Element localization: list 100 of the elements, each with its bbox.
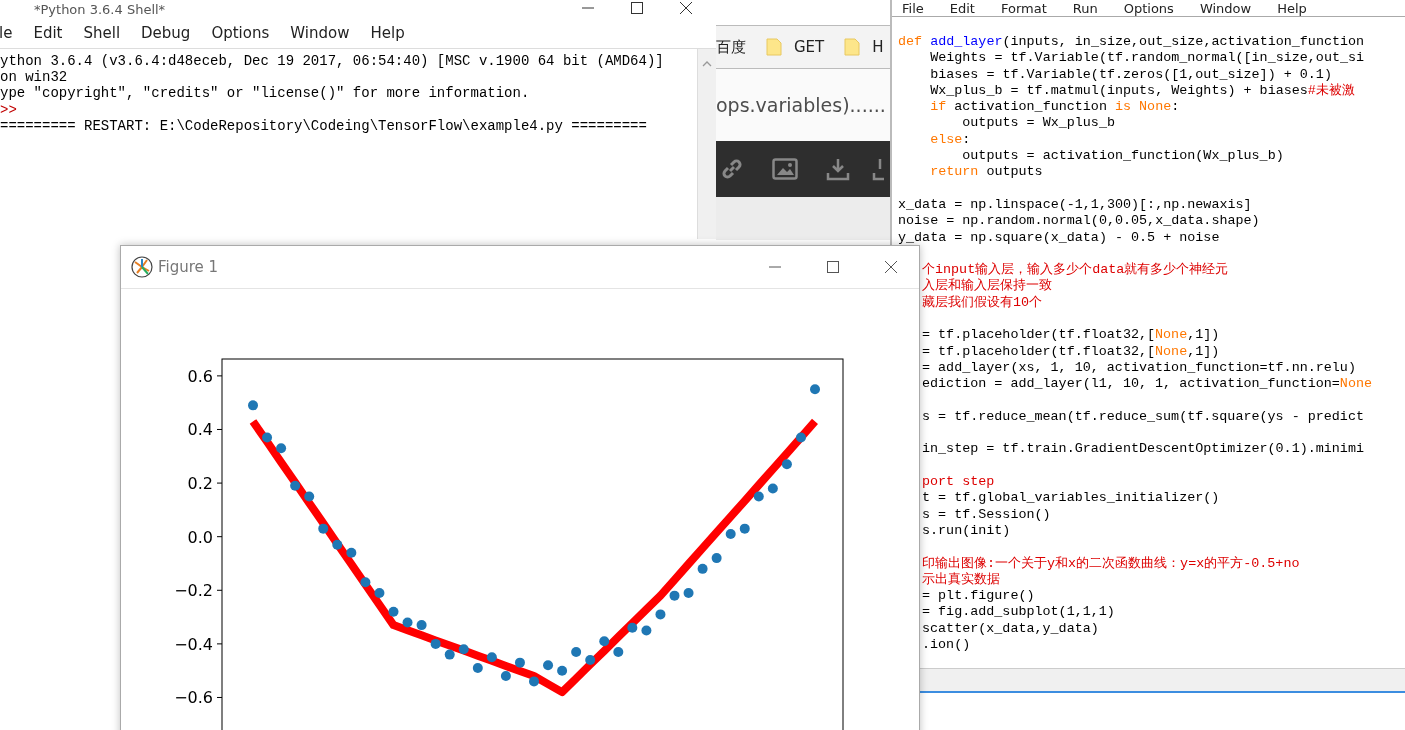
menu-item[interactable]: Help bbox=[370, 24, 405, 42]
scatter-point bbox=[374, 587, 385, 598]
scatter-point bbox=[655, 609, 666, 620]
scatter-point bbox=[416, 620, 427, 631]
menu-item[interactable]: Shell bbox=[83, 24, 121, 42]
code-line: Weights = tf.Variable(tf.random_normal([in_size,out_si bbox=[929, 50, 1366, 67]
console-line: >> bbox=[0, 101, 18, 118]
menu-item[interactable]: Run bbox=[1072, 0, 1098, 16]
scrollbar[interactable] bbox=[697, 49, 716, 239]
tick-label: 0.6 bbox=[187, 366, 213, 386]
tick-label: 0.0 bbox=[187, 527, 213, 547]
scatter-point bbox=[458, 644, 469, 655]
scatter-point bbox=[810, 384, 820, 395]
tick-label: −0.2 bbox=[174, 581, 213, 601]
code-line: port step bbox=[922, 473, 996, 491]
scatter-point bbox=[683, 587, 694, 598]
code-line: s = tf.reduce_mean(tf.reduce_sum(tf.square(ys - predict bbox=[922, 407, 1365, 426]
tick-mark bbox=[216, 643, 223, 645]
window-title: *Python 3.6.4 Shell* bbox=[34, 1, 166, 17]
menu-item[interactable]: Options bbox=[1123, 0, 1174, 16]
code-line: if activation_function is None: bbox=[929, 99, 1181, 116]
code-line: else: bbox=[929, 131, 972, 149]
scatter-point bbox=[318, 523, 329, 534]
console-line: ========= RESTART: E:\CodeRepository\Codeing\TensorFlow\example4.py ========= bbox=[0, 117, 648, 134]
link-icon[interactable] bbox=[720, 157, 744, 181]
menu-item[interactable]: Edit bbox=[33, 24, 63, 42]
scatter-point bbox=[795, 432, 806, 443]
code-line: noise = np.random.normal(0,0.05,x_data.shape) bbox=[898, 213, 1261, 230]
code-line: t = tf.global_variables_initializer() bbox=[922, 490, 1221, 507]
code-line: outputs = activation_function(Wx_plus_b) bbox=[961, 148, 1285, 165]
code-line: = tf.placeholder(tf.float32,[None,1]) bbox=[922, 343, 1221, 360]
scatter-point bbox=[472, 663, 483, 673]
menu-item[interactable]: Debug bbox=[141, 24, 191, 42]
code-line: scatter(x_data,y_data) bbox=[922, 620, 1100, 637]
code-line: return outputs bbox=[929, 164, 1044, 181]
menu-item[interactable]: Help bbox=[1277, 0, 1307, 16]
maximize-icon[interactable] bbox=[631, 2, 643, 14]
close-icon[interactable] bbox=[885, 261, 897, 273]
scatter-point bbox=[725, 529, 736, 539]
menu-item[interactable]: Window bbox=[290, 24, 350, 42]
scatter-point bbox=[753, 491, 764, 502]
code-line: in_step = tf.train.GradientDescentOptimizer(0.1).minimi bbox=[922, 440, 1365, 458]
tick-mark bbox=[216, 589, 223, 591]
scatter-point bbox=[514, 657, 525, 668]
code-line: = fig.add_subplot(1,1,1) bbox=[922, 604, 1116, 621]
bookmark[interactable]: 百度 bbox=[716, 37, 746, 57]
scatter-point bbox=[697, 563, 708, 574]
scatter-point bbox=[529, 676, 539, 687]
menu-item[interactable]: le bbox=[0, 24, 13, 42]
scroll-up-icon[interactable] bbox=[702, 61, 712, 67]
article-title: ops.variables)...... bbox=[716, 69, 890, 141]
menu-item[interactable]: Edit bbox=[949, 0, 975, 16]
image-icon[interactable] bbox=[772, 158, 798, 180]
scatter-point bbox=[739, 523, 750, 534]
tick-label: 0.4 bbox=[187, 420, 213, 440]
tick-mark bbox=[216, 482, 223, 484]
code-line: x_data = np.linspace(-1,1,300)[:,np.newaxis] bbox=[898, 195, 1253, 214]
scatter-point bbox=[571, 646, 582, 657]
bookmark[interactable]: H bbox=[844, 38, 884, 56]
code-line: Wx_plus_b = tf.matmul(inputs, Weights) + biases#未被激 bbox=[929, 82, 1356, 100]
code-line: outputs = Wx_plus_b bbox=[961, 115, 1116, 132]
menu-item[interactable]: File bbox=[902, 0, 924, 16]
scatter-point bbox=[444, 649, 455, 660]
scatter-point bbox=[557, 665, 568, 676]
code-line: = plt.figure() bbox=[922, 588, 1036, 605]
menu-item[interactable]: Window bbox=[1199, 0, 1252, 16]
maximize-icon[interactable] bbox=[827, 261, 839, 273]
scatter-point bbox=[767, 483, 778, 494]
scatter-point bbox=[486, 652, 497, 663]
scatter-point bbox=[500, 671, 511, 682]
bookmark[interactable]: GET bbox=[766, 38, 825, 56]
code-line: def add_layer(inputs, in_size,out_size,activation_function bbox=[898, 34, 1366, 51]
tick-mark bbox=[216, 536, 223, 538]
close-icon[interactable] bbox=[680, 2, 692, 14]
upload-icon[interactable] bbox=[872, 157, 884, 181]
menu-item[interactable]: Options bbox=[211, 24, 270, 42]
scatter-point bbox=[599, 636, 610, 647]
app-icon bbox=[131, 256, 153, 278]
tick-label: −0.4 bbox=[174, 634, 213, 654]
scatter-point bbox=[388, 606, 399, 617]
scatter-point bbox=[346, 547, 357, 558]
scatter-point bbox=[781, 459, 792, 470]
download-icon[interactable] bbox=[826, 157, 850, 181]
console-line: on win32 bbox=[0, 69, 69, 86]
scatter-point bbox=[360, 577, 371, 588]
code-line: 示出真实数据 bbox=[922, 571, 1001, 589]
tick-label: −0.6 bbox=[174, 688, 213, 708]
menu-item[interactable]: Format bbox=[1000, 0, 1047, 16]
tick-mark bbox=[216, 697, 223, 698]
scatter-point bbox=[585, 654, 596, 665]
code-line: 入层和输入层保持一致 bbox=[922, 278, 1053, 295]
code-line: .ion() bbox=[922, 637, 972, 654]
scatter-point bbox=[290, 480, 301, 491]
tick-label: 0.2 bbox=[187, 474, 213, 494]
console-line: ype "copyright", "credits" or "license()" for more information. bbox=[0, 85, 531, 102]
scatter-point bbox=[262, 432, 273, 443]
code-line: biases = tf.Variable(tf.zeros([1,out_size]) + 0.1) bbox=[929, 66, 1333, 83]
code-line: 个input输入层，输入多少个data就有多少个神经元 bbox=[922, 261, 1230, 278]
scatter-point bbox=[402, 617, 413, 628]
tick-mark bbox=[216, 429, 223, 430]
